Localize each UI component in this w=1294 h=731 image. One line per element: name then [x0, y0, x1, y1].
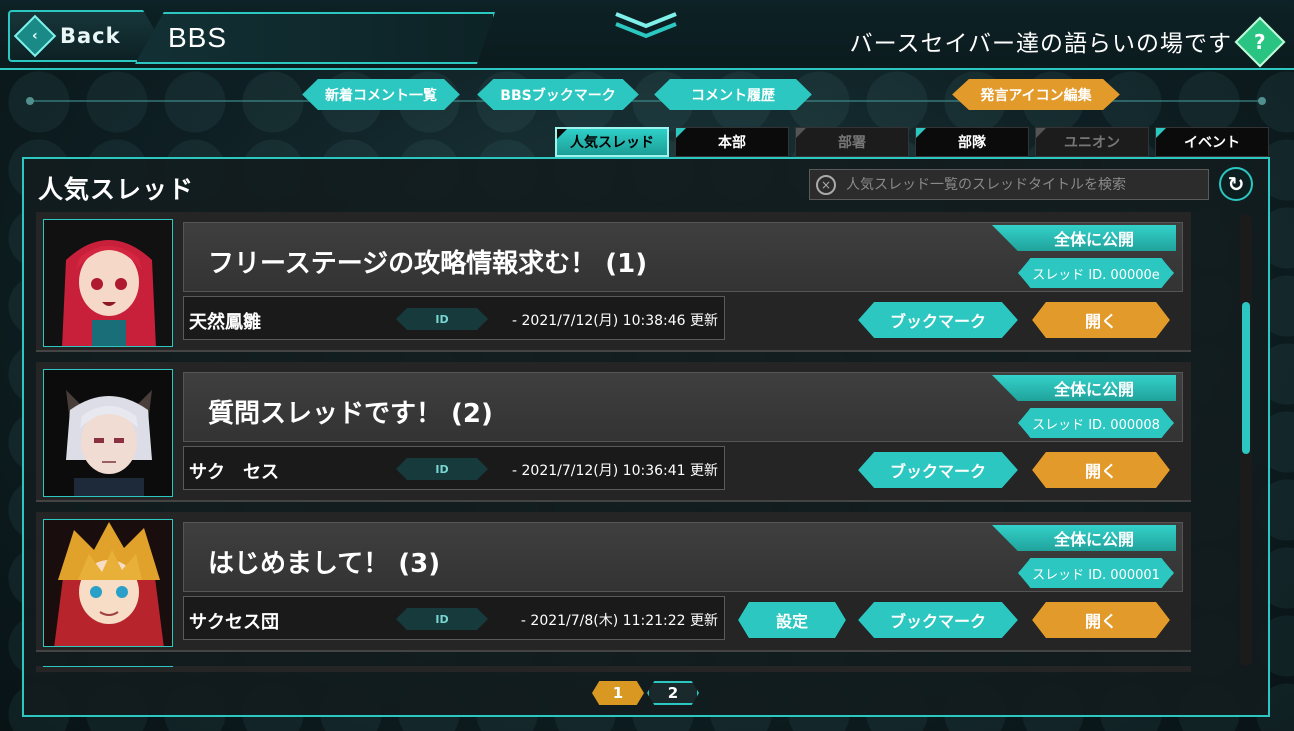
search-input[interactable]	[846, 176, 1196, 193]
open-button[interactable]: 開く	[1032, 452, 1170, 488]
back-button[interactable]: ‹ Back	[8, 10, 158, 62]
updated-time: - 2021/7/8(木) 11:21:22 更新	[520, 613, 718, 629]
avatar-white-hair-catboy	[44, 370, 172, 496]
thread-title: 質問スレッドです！ (2)	[208, 399, 493, 429]
bookmark-label: ブックマーク	[889, 612, 986, 631]
thread-title-box[interactable]: はじめまして！ (3) 全体に公開 スレッド ID. 000001	[183, 522, 1183, 592]
tab-popular[interactable]: 人気スレッド	[555, 127, 669, 157]
visibility-badge: 全体に公開	[992, 225, 1176, 251]
help-icon: ?	[1254, 29, 1266, 54]
help-button[interactable]: ?	[1234, 16, 1286, 68]
bookmark-button[interactable]: ブックマーク	[858, 602, 1018, 638]
thread-id: スレッド ID. 000001	[1032, 567, 1160, 583]
tab-union[interactable]: ユニオン	[1035, 127, 1149, 157]
tab-label: 部署	[838, 135, 866, 151]
comment-history-button[interactable]: コメント履歴	[654, 79, 812, 110]
bbs-bookmark-button[interactable]: BBSブックマーク	[477, 79, 639, 110]
refresh-button[interactable]: ↻	[1219, 167, 1253, 201]
thread-meta: サク セス ID - 2021/7/12(月) 10:36:41 更新	[183, 446, 725, 490]
bbs-bookmark-label: BBSブックマーク	[500, 87, 616, 104]
page-button-1[interactable]: 1	[592, 681, 644, 705]
tab-label: 部隊	[958, 135, 986, 151]
tab-label: 本部	[718, 135, 746, 151]
new-comments-button[interactable]: 新着コメント一覧	[302, 79, 460, 110]
thread-row: フリーステージの攻略情報求む！ (1) 全体に公開 スレッド ID. 00000…	[36, 212, 1191, 352]
new-comments-label: 新着コメント一覧	[325, 87, 437, 104]
collapse-chevron-icon[interactable]	[612, 10, 680, 40]
open-button[interactable]: 開く	[1032, 602, 1170, 638]
avatar	[43, 369, 173, 497]
thread-id-badge: スレッド ID. 000008	[1018, 408, 1174, 438]
top-header: ‹ Back BBS バースセイバー達の語らいの場です ?	[0, 0, 1294, 70]
author-id-tag[interactable]: ID	[396, 458, 488, 480]
updated-time: - 2021/7/12(月) 10:36:41 更新	[512, 463, 718, 479]
thread-meta: サクセス団 ID - 2021/7/8(木) 11:21:22 更新	[183, 596, 725, 640]
rail-dot-icon	[26, 97, 34, 105]
open-label: 開く	[1084, 312, 1117, 331]
tab-department[interactable]: 部署	[795, 127, 909, 157]
tab-headquarters[interactable]: 本部	[675, 127, 789, 157]
thread-id-badge: スレッド ID. 00000e	[1018, 258, 1174, 288]
avatar	[43, 219, 173, 347]
avatar-blonde-boy	[44, 520, 172, 646]
open-button[interactable]: 開く	[1032, 302, 1170, 338]
scrollbar-thumb[interactable]	[1242, 302, 1250, 454]
refresh-icon: ↻	[1227, 172, 1245, 196]
page-button-2[interactable]: 2	[647, 681, 699, 705]
bookmark-button[interactable]: ブックマーク	[858, 452, 1018, 488]
tab-label: イベント	[1184, 135, 1240, 151]
thread-meta: 天然鳳雛 ID - 2021/7/12(月) 10:38:46 更新	[183, 296, 725, 340]
back-arrow-icon: ‹	[13, 14, 57, 58]
thread-row: 質問スレッドです！ (2) 全体に公開 スレッド ID. 000008 サク セ…	[36, 362, 1191, 502]
updated-time: - 2021/7/12(月) 10:38:46 更新	[512, 313, 718, 329]
tab-event[interactable]: イベント	[1155, 127, 1269, 157]
next-row-peek	[36, 666, 1191, 672]
author-id-tag[interactable]: ID	[396, 308, 488, 330]
author-name: サク セス	[189, 462, 279, 483]
author-name: 天然鳳雛	[189, 312, 261, 333]
avatar	[43, 519, 173, 647]
back-label: Back	[60, 24, 121, 48]
visibility-badge: 全体に公開	[992, 375, 1176, 401]
header-subtitle: バースセイバー達の語らいの場です	[849, 31, 1232, 57]
settings-button[interactable]: 設定	[738, 602, 846, 638]
author-id-tag[interactable]: ID	[396, 608, 488, 630]
page-title: BBS	[168, 22, 228, 53]
tab-label: ユニオン	[1064, 135, 1120, 151]
rail-dot-icon	[1258, 97, 1266, 105]
thread-list-scrollbar[interactable]	[1240, 214, 1252, 666]
avatar	[43, 666, 173, 672]
open-label: 開く	[1084, 612, 1117, 631]
panel-title: 人気スレッド	[38, 175, 195, 204]
thread-title: はじめまして！ (3)	[208, 549, 441, 579]
thread-id-badge: スレッド ID. 000001	[1018, 558, 1174, 588]
thread-row: はじめまして！ (3) 全体に公開 スレッド ID. 000001 サクセス団 …	[36, 512, 1191, 652]
tab-label: 人気スレッド	[570, 135, 654, 151]
thread-title-box[interactable]: フリーステージの攻略情報求む！ (1) 全体に公開 スレッド ID. 00000…	[183, 222, 1183, 292]
tab-squad[interactable]: 部隊	[915, 127, 1029, 157]
bookmark-label: ブックマーク	[889, 462, 986, 481]
thread-title-box[interactable]: 質問スレッドです！ (2) 全体に公開 スレッド ID. 000008	[183, 372, 1183, 442]
bookmark-button[interactable]: ブックマーク	[858, 302, 1018, 338]
thread-id: スレッド ID. 000008	[1032, 417, 1160, 433]
settings-label: 設定	[775, 612, 808, 631]
thread-title: フリーステージの攻略情報求む！ (1)	[208, 249, 648, 279]
visibility-badge: 全体に公開	[992, 525, 1176, 551]
thread-id: スレッド ID. 00000e	[1032, 267, 1160, 283]
bookmark-label: ブックマーク	[889, 312, 986, 331]
avatar-red-hair-girl	[44, 220, 172, 346]
open-label: 開く	[1084, 462, 1117, 481]
thread-search: ×	[809, 169, 1209, 200]
comment-history-label: コメント履歴	[691, 87, 775, 104]
author-name: サクセス団	[189, 612, 279, 633]
edit-speech-icon-label: 発言アイコン編集	[980, 87, 1092, 104]
search-clear-icon[interactable]: ×	[816, 174, 836, 195]
edit-speech-icon-button[interactable]: 発言アイコン編集	[952, 79, 1120, 110]
